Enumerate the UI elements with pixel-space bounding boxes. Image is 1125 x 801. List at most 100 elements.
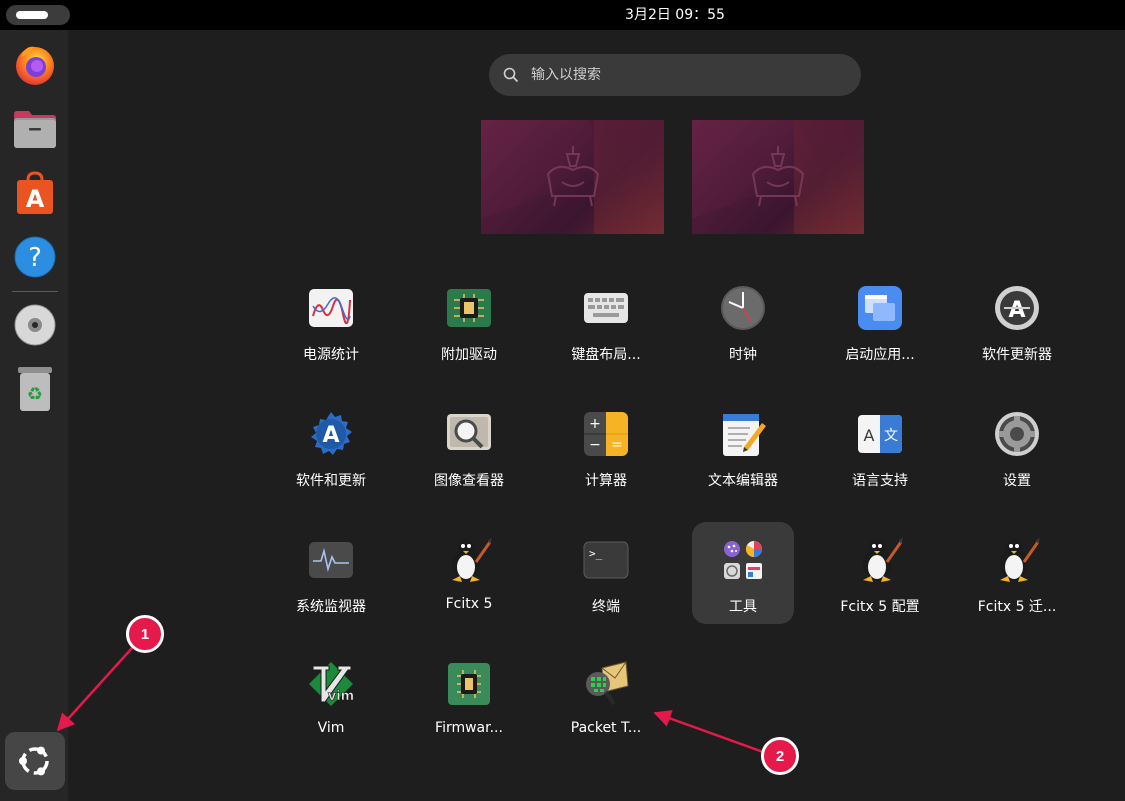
app-packet-tracer[interactable]: Packet T... xyxy=(555,658,657,758)
app-system-monitor[interactable]: 系统监视器 xyxy=(280,534,382,634)
power-statistics-icon xyxy=(309,289,353,327)
annotation-arrow-1 xyxy=(56,646,134,732)
app-center-icon: A xyxy=(17,171,53,214)
dock-item-files[interactable] xyxy=(8,102,62,156)
app-label: Fcitx 5 xyxy=(445,596,493,612)
app-fcitx5-config[interactable]: Fcitx 5 配置 xyxy=(829,534,931,634)
trash-icon: ♻ xyxy=(18,367,52,411)
fcitx-penguin-icon xyxy=(863,538,903,582)
svg-text:−: − xyxy=(589,437,601,453)
app-label: 终端 xyxy=(592,599,620,615)
clock-icon xyxy=(721,286,765,330)
app-label: 软件更新器 xyxy=(982,347,1052,363)
annotation-arrow-2 xyxy=(653,710,764,754)
utilities-folder-icon xyxy=(724,541,762,579)
annotation-badge-2: 2 xyxy=(761,737,799,775)
calculator-icon: + − = xyxy=(584,412,628,456)
svg-text:♻: ♻ xyxy=(27,384,43,405)
app-label: 附加驱动 xyxy=(441,347,497,363)
app-text-editor[interactable]: 文本编辑器 xyxy=(692,408,794,508)
svg-text:+: + xyxy=(589,416,601,432)
software-updates-icon: A xyxy=(311,412,352,455)
workspace-thumbnail-2[interactable] xyxy=(692,120,864,234)
app-power-statistics[interactable]: 电源统计 xyxy=(280,282,382,382)
svg-text:vim: vim xyxy=(328,689,354,704)
annotation-badge-1: 1 xyxy=(126,615,164,653)
app-calculator[interactable]: + − = 计算器 xyxy=(555,408,657,508)
svg-text:A: A xyxy=(26,185,45,213)
svg-text:A: A xyxy=(864,426,875,445)
app-label: 启动应用... xyxy=(845,347,915,363)
dock-item-help[interactable]: ? xyxy=(8,230,62,284)
app-keyboard-layout[interactable]: 键盘布局... xyxy=(555,282,657,382)
files-icon xyxy=(14,111,56,148)
app-label: 图像查看器 xyxy=(434,473,504,489)
app-fcitx5-migrator[interactable]: Fcitx 5 迁... xyxy=(966,534,1068,634)
app-label: 文本编辑器 xyxy=(708,473,778,489)
clock[interactable]: 3月2日 09：55 xyxy=(575,0,775,30)
fcitx-penguin-icon xyxy=(452,538,492,582)
app-label: 语言支持 xyxy=(852,473,908,489)
search-input[interactable] xyxy=(531,67,831,83)
dock-item-disc[interactable] xyxy=(8,298,62,352)
app-startup-applications[interactable]: 启动应用... xyxy=(829,282,931,382)
app-label: Vim xyxy=(317,720,345,736)
dock: A ? ♻ xyxy=(0,30,68,801)
language-support-icon: A 文 xyxy=(858,415,902,453)
app-label: 计算器 xyxy=(585,473,627,489)
show-apps-button[interactable] xyxy=(5,732,65,790)
app-label: Packet T... xyxy=(570,720,642,736)
dock-item-firefox[interactable] xyxy=(8,38,62,92)
workspace-thumbnail-1[interactable] xyxy=(481,120,664,234)
top-bar: 3月2日 09：55 xyxy=(0,0,1125,30)
app-label: Fcitx 5 迁... xyxy=(977,599,1057,615)
app-label: 软件和更新 xyxy=(296,473,366,489)
ubuntu-wallpaper-icon xyxy=(546,146,599,207)
svg-text:>_: >_ xyxy=(589,547,603,560)
app-firmware[interactable]: Firmwar... xyxy=(418,658,520,758)
app-software-updates[interactable]: A 软件和更新 xyxy=(280,408,382,508)
disc-icon xyxy=(14,304,56,346)
terminal-icon: >_ xyxy=(583,541,629,579)
app-fcitx5[interactable]: Fcitx 5 xyxy=(418,534,520,634)
app-software-updater[interactable]: A 软件更新器 xyxy=(966,282,1068,382)
ubuntu-logo-icon xyxy=(19,746,49,776)
svg-text:A: A xyxy=(322,423,339,448)
app-clock[interactable]: 时钟 xyxy=(692,282,794,382)
app-vim[interactable]: vim Vim xyxy=(280,658,382,758)
vim-icon: vim xyxy=(309,662,355,706)
svg-text:?: ? xyxy=(28,243,42,273)
dock-item-trash[interactable]: ♻ xyxy=(8,362,62,416)
settings-icon xyxy=(995,412,1039,456)
app-language-support[interactable]: A 文 语言支持 xyxy=(829,408,931,508)
packet-tracer-icon xyxy=(586,661,629,706)
system-monitor-icon xyxy=(309,542,353,578)
activities-indicator[interactable] xyxy=(6,5,70,25)
additional-drivers-icon xyxy=(447,289,491,327)
ubuntu-wallpaper-icon xyxy=(751,146,805,207)
dock-item-app-center[interactable]: A xyxy=(8,166,62,220)
app-label: 系统监视器 xyxy=(296,599,366,615)
svg-text:文: 文 xyxy=(884,428,898,444)
app-label: 时钟 xyxy=(729,347,757,363)
firefox-icon xyxy=(16,46,54,85)
app-additional-drivers[interactable]: 附加驱动 xyxy=(418,282,520,382)
dock-separator xyxy=(12,291,58,292)
app-label: Firmwar... xyxy=(435,720,503,736)
image-viewer-icon xyxy=(447,414,491,450)
app-image-viewer[interactable]: 图像查看器 xyxy=(418,408,520,508)
software-updater-icon: A xyxy=(995,286,1039,330)
fcitx-penguin-icon xyxy=(1000,538,1040,582)
app-label: 工具 xyxy=(729,599,757,615)
app-label: 电源统计 xyxy=(303,347,359,363)
startup-apps-icon xyxy=(858,286,902,330)
app-label: 设置 xyxy=(1003,473,1031,489)
svg-text:A: A xyxy=(1008,298,1025,323)
app-folder-utilities[interactable]: 工具 xyxy=(692,522,794,624)
app-label: 键盘布局... xyxy=(571,347,641,363)
app-terminal[interactable]: >_ 终端 xyxy=(555,534,657,634)
app-settings[interactable]: 设置 xyxy=(966,408,1068,508)
search-bar[interactable] xyxy=(489,54,861,96)
help-icon: ? xyxy=(14,236,56,278)
svg-text:=: = xyxy=(611,437,623,453)
